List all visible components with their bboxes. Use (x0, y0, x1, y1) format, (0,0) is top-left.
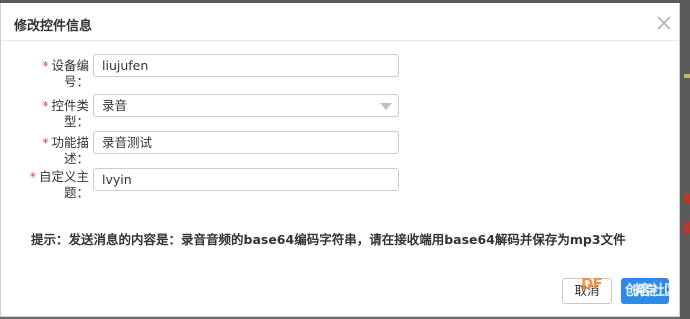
control-type-row: * 控件类型： 录音 (1, 93, 679, 129)
control-type-select[interactable]: 录音 (93, 94, 399, 117)
watermark-logo: DF (581, 275, 603, 293)
dialog-footer: 取消 确定 DF 创客社区 (1, 271, 679, 311)
background-fragment (684, 74, 690, 78)
device-id-label-text: 设备编号： (51, 58, 89, 89)
device-id-row: * 设备编号： liujufen (1, 53, 679, 89)
edit-control-dialog: 修改控件信息 * 设备编号： liujufen * 控件类型： 录音 * 功能描述： … (0, 3, 680, 317)
close-icon[interactable] (655, 14, 673, 32)
required-mark: * (42, 58, 49, 73)
required-mark: * (42, 98, 49, 113)
device-id-input[interactable]: liujufen (93, 54, 399, 77)
device-id-label: * 设备编号： (19, 58, 89, 90)
background-fragment (684, 193, 690, 203)
control-type-label: * 控件类型： (19, 98, 89, 130)
backdrop-right (680, 0, 690, 319)
chevron-down-icon[interactable] (380, 103, 392, 110)
background-fragment (684, 222, 690, 234)
control-type-value: 录音 (102, 98, 128, 113)
dialog-title: 修改控件信息 (14, 19, 93, 34)
dialog-header: 修改控件信息 (1, 3, 679, 41)
watermark-text: 创客社区 (625, 283, 678, 299)
required-mark: * (42, 135, 49, 150)
control-type-label-text: 控件类型： (51, 98, 89, 129)
hint-text: 提示：发送消息的内容是：录音音频的base64编码字符串，请在接收端用base6… (31, 232, 626, 247)
description-input[interactable]: 录音测试 (93, 131, 399, 154)
description-row: * 功能描述： 录音测试 (1, 130, 679, 166)
custom-topic-label-text: 自定义主题： (38, 169, 89, 200)
description-label: * 功能描述： (19, 135, 89, 167)
required-mark: * (29, 169, 36, 184)
description-label-text: 功能描述： (51, 135, 89, 166)
custom-topic-row: * 自定义主题： lvyin (1, 166, 679, 200)
custom-topic-input[interactable]: lvyin (93, 168, 399, 191)
custom-topic-label: * 自定义主题： (29, 169, 89, 201)
